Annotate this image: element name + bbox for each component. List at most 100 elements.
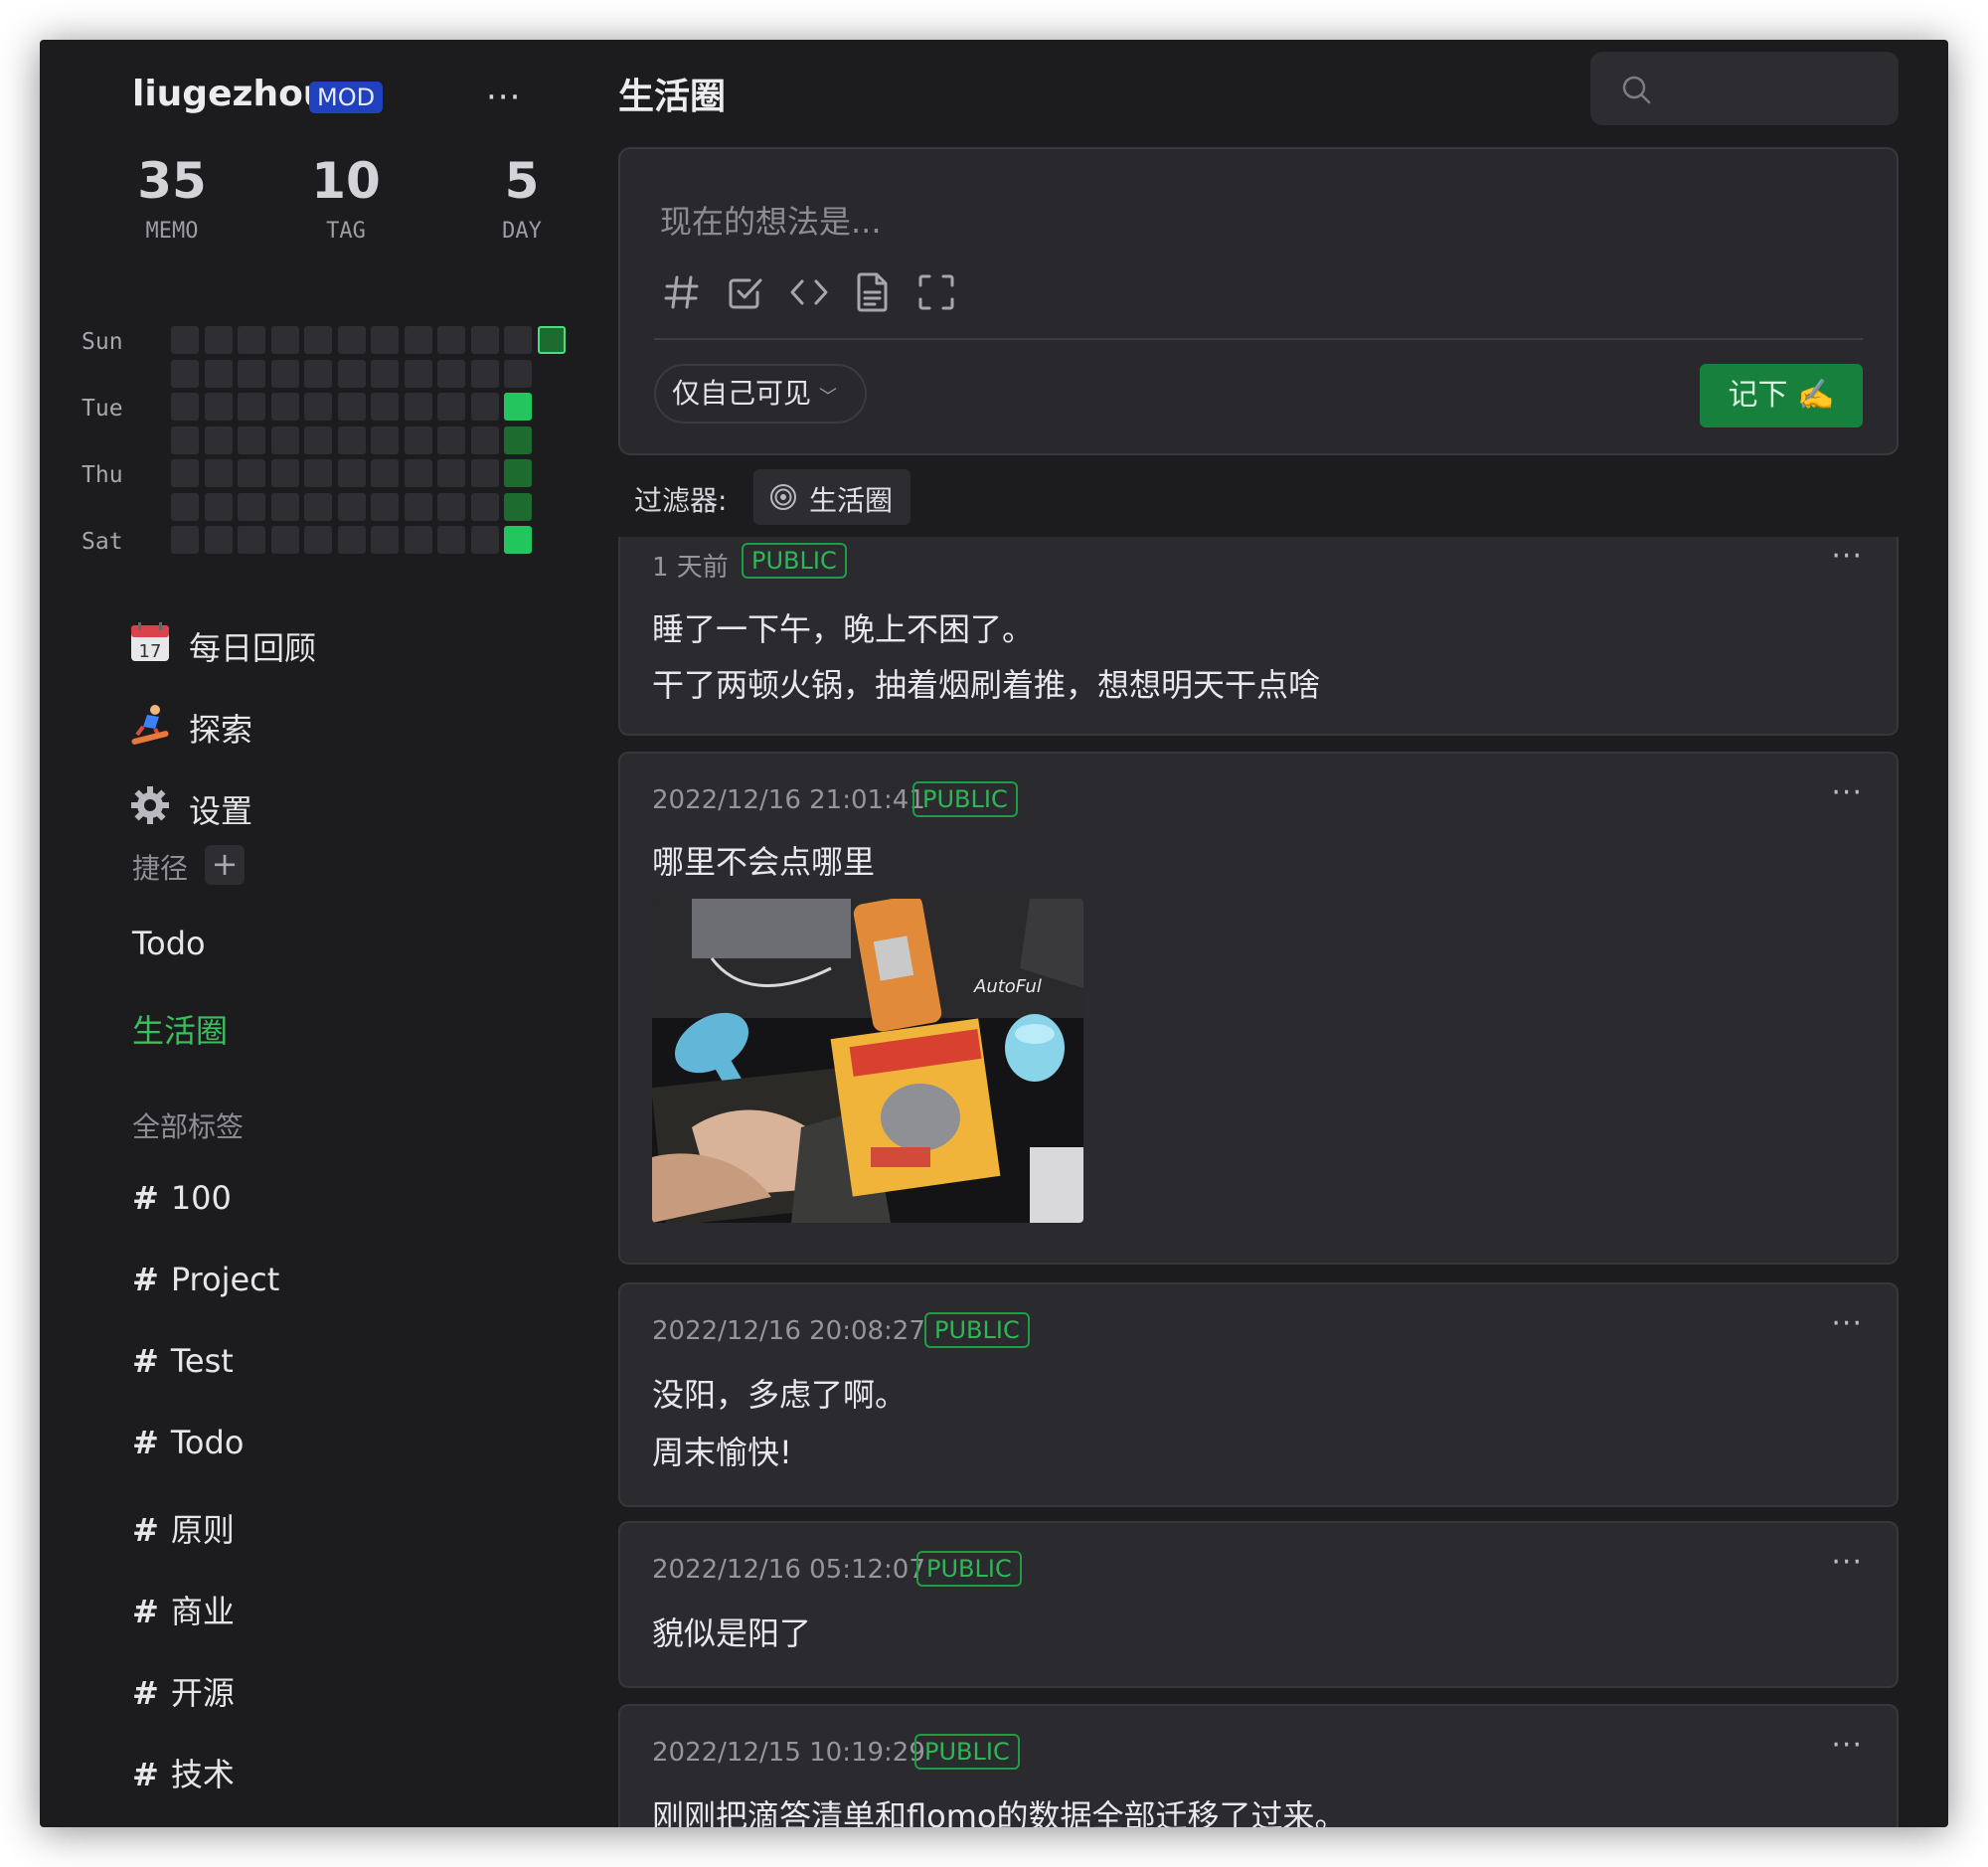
heatmap-cell[interactable] [171,425,199,454]
nav-explore[interactable]: 探索 [129,693,527,753]
heatmap-cell[interactable] [404,526,432,554]
heatmap-cell[interactable] [437,492,465,521]
heatmap-cell[interactable] [270,492,299,521]
heatmap-cell[interactable] [437,459,465,487]
heatmap-cell[interactable] [470,459,499,487]
heatmap-cell[interactable] [504,359,532,388]
heatmap-cell[interactable] [204,359,233,388]
heatmap-cell[interactable] [470,492,499,521]
heatmap-cell[interactable] [204,492,233,521]
heatmap-cell[interactable] [204,326,233,354]
tag-item[interactable]: # 商业 [132,1587,235,1632]
memo-more-button[interactable]: ··· [1831,539,1863,574]
heatmap-cell[interactable] [238,459,265,487]
fullscreen-icon[interactable] [914,270,958,314]
shortcut-todo[interactable]: Todo [132,925,206,962]
heatmap-cell[interactable] [238,492,265,521]
heatmap-cell[interactable] [238,526,265,554]
editor-input[interactable]: 现在的想法是... [660,197,882,243]
heatmap-cell[interactable] [270,425,299,454]
heatmap-cell[interactable] [470,425,499,454]
username[interactable]: liugezhou [132,74,328,114]
heatmap-cell[interactable] [304,526,332,554]
tag-item[interactable]: # 原则 [132,1505,235,1551]
memo-more-button[interactable]: ··· [1831,1728,1863,1763]
heatmap-cell[interactable] [470,393,499,421]
hash-icon[interactable] [660,270,704,314]
heatmap-cell[interactable] [437,326,465,354]
heatmap-cell[interactable] [371,359,399,388]
heatmap-cell[interactable] [504,393,532,421]
heatmap-cell[interactable] [337,425,366,454]
heatmap-cell[interactable] [504,326,532,354]
search-box[interactable] [1590,52,1899,125]
heatmap-cell[interactable] [238,425,265,454]
heatmap-cell[interactable] [304,326,332,354]
visibility-select[interactable]: 仅自己可见 ﹀ [654,364,868,424]
heatmap-cell[interactable] [337,492,366,521]
save-memo-button[interactable]: 记下 ✍️ [1700,364,1863,427]
code-icon[interactable] [787,270,831,314]
heatmap-cell[interactable] [337,393,366,421]
heatmap-cell[interactable] [238,359,265,388]
heatmap-cell[interactable] [437,425,465,454]
heatmap-cell[interactable] [470,326,499,354]
search-input[interactable] [1664,66,1877,113]
heatmap-cell[interactable] [204,425,233,454]
heatmap-cell[interactable] [171,526,199,554]
heatmap-cell[interactable] [470,359,499,388]
shortcut-life-circle[interactable]: 生活圈 [132,1006,228,1052]
heatmap-cell[interactable] [304,459,332,487]
heatmap-cell[interactable] [270,359,299,388]
heatmap-cell[interactable] [371,326,399,354]
tag-item[interactable]: # 开源 [132,1668,235,1714]
tag-item[interactable]: # Project [132,1261,279,1298]
heatmap-cell[interactable] [404,425,432,454]
heatmap-cell[interactable] [270,393,299,421]
memo-more-button[interactable]: ··· [1831,775,1863,810]
heatmap-cell[interactable] [270,526,299,554]
heatmap-cell[interactable] [204,393,233,421]
memo-image[interactable]: AutoFul [652,899,1083,1223]
heatmap-cell[interactable] [270,459,299,487]
heatmap-cell[interactable] [371,492,399,521]
heatmap-cell[interactable] [371,425,399,454]
checkbox-icon[interactable] [724,270,767,314]
tag-item[interactable]: # Todo [132,1424,244,1461]
heatmap-cell[interactable] [171,326,199,354]
heatmap-cell[interactable] [404,326,432,354]
heatmap-cell[interactable] [171,393,199,421]
heatmap-cell[interactable] [470,526,499,554]
filter-chip[interactable]: 生活圈 [753,469,911,525]
heatmap-cell[interactable] [504,425,532,454]
nav-settings[interactable]: 设置 [129,774,527,834]
heatmap-cell[interactable] [504,492,532,521]
heatmap-cell[interactable] [204,526,233,554]
heatmap-cell[interactable] [238,393,265,421]
heatmap-cell[interactable] [371,393,399,421]
heatmap-cell[interactable] [270,326,299,354]
heatmap-cell[interactable] [504,526,532,554]
heatmap-cell[interactable] [171,359,199,388]
tag-item[interactable]: # 技术 [132,1750,235,1795]
heatmap-cell[interactable] [404,492,432,521]
heatmap-cell[interactable] [304,393,332,421]
heatmap-cell[interactable] [304,492,332,521]
heatmap-cell[interactable] [204,459,233,487]
heatmap-cell[interactable] [238,326,265,354]
heatmap-cell[interactable] [537,326,566,354]
heatmap-cell[interactable] [337,526,366,554]
heatmap-cell[interactable] [404,393,432,421]
tag-item[interactable]: # Test [132,1342,234,1380]
heatmap-cell[interactable] [304,425,332,454]
heatmap-cell[interactable] [437,393,465,421]
heatmap-cell[interactable] [304,359,332,388]
heatmap-cell[interactable] [171,492,199,521]
document-icon[interactable] [851,270,895,314]
heatmap-cell[interactable] [337,326,366,354]
nav-daily-review[interactable]: 17 每日回顾 [129,611,527,671]
heatmap-cell[interactable] [337,459,366,487]
memo-more-button[interactable]: ··· [1831,1545,1863,1580]
heatmap-cell[interactable] [337,359,366,388]
heatmap-cell[interactable] [504,459,532,487]
